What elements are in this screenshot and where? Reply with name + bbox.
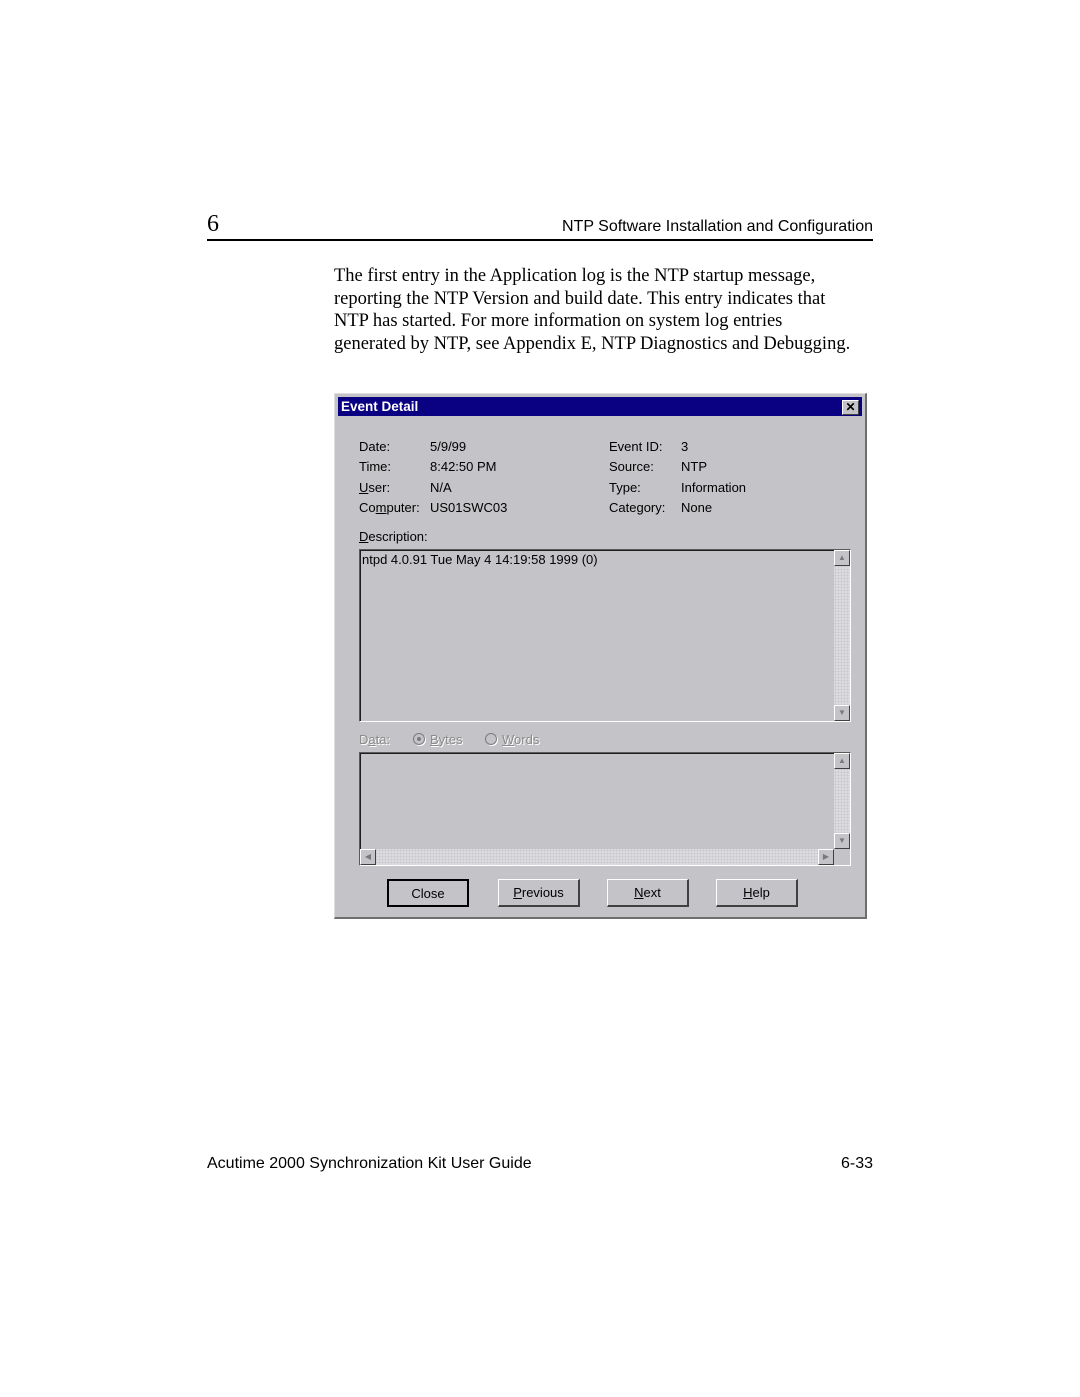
header-rule (207, 239, 873, 241)
body-line: The first entry in the Application log i… (334, 266, 816, 286)
page-number: 6-33 (840, 1155, 873, 1172)
event-detail-dialog: Event Detail ✕ Date: 5/9/99 Time: 8:42:5… (334, 393, 867, 919)
event-id-label: Event ID: (609, 439, 663, 454)
computer-label-prefix: Co (359, 500, 376, 515)
computer-label-accel: m (375, 500, 387, 515)
next-accel: N (634, 885, 644, 900)
computer-value: US01SWC03 (430, 500, 508, 515)
data-label-prefix: D (359, 732, 369, 747)
user-label-accel: U (359, 480, 369, 495)
bytes-radio-label[interactable]: Bytes (430, 732, 463, 747)
scroll-right-icon[interactable]: ▶ (818, 849, 834, 865)
data-label: Data: (359, 732, 390, 747)
next-rest: ext (643, 885, 661, 900)
date-value: 5/9/99 (430, 439, 467, 454)
bytes-accel: B (430, 732, 439, 747)
bytes-radio[interactable] (413, 733, 425, 745)
description-text[interactable]: ntpd 4.0.91 Tue May 4 14:19:58 1999 (0) (362, 552, 598, 567)
data-horizontal-scrollbar[interactable]: ◀ ▶ (360, 849, 834, 865)
bytes-rest: ytes (438, 732, 463, 747)
data-vertical-scrollbar[interactable]: ▲ ▼ (834, 753, 850, 849)
user-label: User: (359, 480, 390, 495)
chapter-title: NTP Software Installation and Configurat… (562, 218, 873, 235)
user-value: N/A (430, 480, 452, 495)
help-button[interactable]: Help (716, 879, 798, 907)
chapter-number: 6 (207, 211, 219, 237)
description-vertical-scrollbar[interactable]: ▲ ▼ (834, 550, 850, 721)
category-label: Category: (609, 500, 666, 515)
time-label: Time: (359, 459, 392, 474)
help-accel: H (743, 885, 753, 900)
data-label-rest: ta: (375, 732, 391, 747)
scroll-up-icon[interactable]: ▲ (834, 550, 850, 566)
body-line: generated by NTP, see Appendix E, NTP Di… (334, 334, 851, 355)
dialog-titlebar[interactable]: Event Detail ✕ (338, 397, 862, 416)
previous-button[interactable]: Previous (498, 879, 580, 907)
type-value: Information (681, 480, 747, 495)
help-rest: elp (752, 885, 770, 900)
event-id-value: 3 (681, 439, 689, 454)
date-label: Date: (359, 439, 391, 454)
description-label: Description: (359, 529, 428, 544)
time-value: 8:42:50 PM (430, 459, 497, 474)
close-button[interactable]: Close (387, 879, 469, 907)
data-label-accel: a (368, 732, 376, 747)
computer-label-rest: puter: (386, 500, 420, 515)
scroll-down-icon[interactable]: ▼ (834, 833, 850, 849)
previous-rest: revious (521, 885, 564, 900)
computer-label: Computer: (359, 500, 420, 515)
body-line: NTP has started. For more information on… (334, 311, 783, 332)
description-label-rest: escription: (368, 529, 428, 544)
type-label: Type: (609, 480, 641, 495)
words-accel: W (502, 732, 515, 747)
description-textbox[interactable]: ntpd 4.0.91 Tue May 4 14:19:58 1999 (0) … (359, 549, 851, 722)
words-rest: ords (514, 732, 540, 747)
description-label-accel: D (359, 529, 369, 544)
words-radio[interactable] (485, 733, 497, 745)
words-radio-label[interactable]: Words (502, 732, 539, 747)
source-value: NTP (681, 459, 707, 474)
scroll-left-icon[interactable]: ◀ (360, 849, 376, 865)
next-button[interactable]: Next (607, 879, 689, 907)
scrollbar-corner (834, 849, 850, 865)
data-textbox[interactable]: ▲ ▼ ◀ ▶ (359, 752, 851, 866)
guide-title: Acutime 2000 Synchronization Kit User Gu… (207, 1155, 532, 1172)
scroll-down-icon[interactable]: ▼ (834, 705, 850, 721)
body-line: reporting the NTP Version and build date… (334, 288, 826, 309)
previous-accel: P (513, 885, 522, 900)
scroll-up-icon[interactable]: ▲ (834, 753, 850, 769)
dialog-title: Event Detail (341, 399, 419, 414)
source-label: Source: (609, 459, 654, 474)
body-paragraph: The first entry in the Application log i… (334, 265, 894, 356)
close-icon[interactable]: ✕ (842, 400, 859, 415)
category-value: None (681, 500, 713, 515)
user-label-rest: ser: (368, 480, 391, 495)
